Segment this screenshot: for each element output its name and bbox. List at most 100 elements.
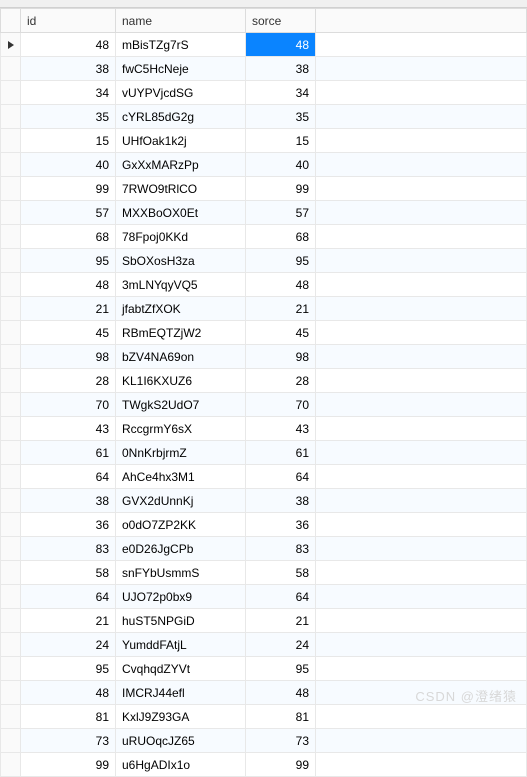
cell-name[interactable]: YumddFAtjL (116, 633, 246, 657)
cell-sorce[interactable]: 57 (246, 201, 316, 225)
row-indicator[interactable] (1, 657, 21, 681)
cell-sorce[interactable]: 83 (246, 537, 316, 561)
cell-name[interactable]: fwC5HcNeje (116, 57, 246, 81)
cell-id[interactable]: 98 (21, 345, 116, 369)
row-indicator[interactable] (1, 753, 21, 777)
row-indicator[interactable] (1, 513, 21, 537)
toolbar[interactable] (0, 0, 527, 8)
cell-name[interactable]: 3mLNYqyVQ5 (116, 273, 246, 297)
cell-id[interactable]: 61 (21, 441, 116, 465)
row-indicator[interactable] (1, 81, 21, 105)
cell-sorce[interactable]: 64 (246, 465, 316, 489)
cell-id[interactable]: 68 (21, 225, 116, 249)
row-indicator[interactable] (1, 345, 21, 369)
cell-sorce[interactable]: 48 (246, 681, 316, 705)
cell-name[interactable]: u6HgADIx1o (116, 753, 246, 777)
cell-sorce[interactable]: 43 (246, 417, 316, 441)
row-indicator[interactable] (1, 105, 21, 129)
cell-sorce[interactable]: 36 (246, 513, 316, 537)
cell-sorce[interactable]: 81 (246, 705, 316, 729)
table-row[interactable]: 28KL1I6KXUZ628 (1, 369, 527, 393)
cell-name[interactable]: 78Fpoj0KKd (116, 225, 246, 249)
row-indicator[interactable] (1, 153, 21, 177)
cell-sorce[interactable]: 99 (246, 177, 316, 201)
table-row[interactable]: 73uRUOqcJZ6573 (1, 729, 527, 753)
cell-sorce[interactable]: 21 (246, 609, 316, 633)
cell-name[interactable]: o0dO7ZP2KK (116, 513, 246, 537)
row-indicator[interactable] (1, 681, 21, 705)
cell-name[interactable]: SbOXosH3za (116, 249, 246, 273)
cell-name[interactable]: RccgrmY6sX (116, 417, 246, 441)
table-row[interactable]: 21huST5NPGiD21 (1, 609, 527, 633)
row-indicator-header[interactable] (1, 9, 21, 33)
cell-sorce[interactable]: 45 (246, 321, 316, 345)
table-row[interactable]: 483mLNYqyVQ548 (1, 273, 527, 297)
table-row[interactable]: 99u6HgADIx1o99 (1, 753, 527, 777)
table-row[interactable]: 6878Fpoj0KKd68 (1, 225, 527, 249)
row-indicator[interactable] (1, 393, 21, 417)
row-indicator[interactable] (1, 321, 21, 345)
row-indicator[interactable] (1, 177, 21, 201)
table-row[interactable]: 58snFYbUsmmS58 (1, 561, 527, 585)
table-row[interactable]: 21jfabtZfXOK21 (1, 297, 527, 321)
table-row[interactable]: 45RBmEQTZjW245 (1, 321, 527, 345)
cell-name[interactable]: IMCRJ44efl (116, 681, 246, 705)
cell-sorce[interactable]: 35 (246, 105, 316, 129)
row-indicator[interactable] (1, 441, 21, 465)
table-row[interactable]: 81KxlJ9Z93GA81 (1, 705, 527, 729)
cell-sorce[interactable]: 34 (246, 81, 316, 105)
cell-name[interactable]: 7RWO9tRlCO (116, 177, 246, 201)
row-indicator[interactable] (1, 273, 21, 297)
row-indicator[interactable] (1, 633, 21, 657)
row-indicator[interactable] (1, 369, 21, 393)
column-header-id[interactable]: id (21, 9, 116, 33)
cell-id[interactable]: 73 (21, 729, 116, 753)
cell-id[interactable]: 24 (21, 633, 116, 657)
table-row[interactable]: 83e0D26JgCPb83 (1, 537, 527, 561)
cell-name[interactable]: 0NnKrbjrmZ (116, 441, 246, 465)
cell-id[interactable]: 48 (21, 273, 116, 297)
cell-name[interactable]: mBisTZg7rS (116, 33, 246, 57)
row-indicator[interactable] (1, 33, 21, 57)
table-row[interactable]: 38GVX2dUnnKj38 (1, 489, 527, 513)
cell-name[interactable]: bZV4NA69on (116, 345, 246, 369)
table-row[interactable]: 48mBisTZg7rS48 (1, 33, 527, 57)
cell-id[interactable]: 70 (21, 393, 116, 417)
cell-sorce[interactable]: 99 (246, 753, 316, 777)
table-row[interactable]: 40GxXxMARzPp40 (1, 153, 527, 177)
row-indicator[interactable] (1, 489, 21, 513)
table-row[interactable]: 36o0dO7ZP2KK36 (1, 513, 527, 537)
cell-id[interactable]: 64 (21, 465, 116, 489)
table-row[interactable]: 38fwC5HcNeje38 (1, 57, 527, 81)
cell-sorce[interactable]: 95 (246, 657, 316, 681)
cell-sorce[interactable]: 95 (246, 249, 316, 273)
cell-name[interactable]: MXXBoOX0Et (116, 201, 246, 225)
table-row[interactable]: 610NnKrbjrmZ61 (1, 441, 527, 465)
cell-id[interactable]: 48 (21, 33, 116, 57)
row-indicator[interactable] (1, 201, 21, 225)
cell-name[interactable]: UHfOak1k2j (116, 129, 246, 153)
row-indicator[interactable] (1, 57, 21, 81)
cell-sorce[interactable]: 48 (246, 273, 316, 297)
cell-sorce[interactable]: 38 (246, 489, 316, 513)
cell-id[interactable]: 48 (21, 681, 116, 705)
cell-sorce[interactable]: 61 (246, 441, 316, 465)
cell-sorce[interactable]: 68 (246, 225, 316, 249)
cell-id[interactable]: 45 (21, 321, 116, 345)
table-row[interactable]: 43RccgrmY6sX43 (1, 417, 527, 441)
cell-sorce[interactable]: 28 (246, 369, 316, 393)
table-row[interactable]: 95SbOXosH3za95 (1, 249, 527, 273)
row-indicator[interactable] (1, 609, 21, 633)
row-indicator[interactable] (1, 561, 21, 585)
cell-name[interactable]: e0D26JgCPb (116, 537, 246, 561)
table-row[interactable]: 64AhCe4hx3M164 (1, 465, 527, 489)
cell-id[interactable]: 95 (21, 249, 116, 273)
cell-id[interactable]: 99 (21, 177, 116, 201)
cell-id[interactable]: 64 (21, 585, 116, 609)
table-row[interactable]: 24YumddFAtjL24 (1, 633, 527, 657)
cell-id[interactable]: 83 (21, 537, 116, 561)
cell-id[interactable]: 43 (21, 417, 116, 441)
column-header-sorce[interactable]: sorce (246, 9, 316, 33)
cell-name[interactable]: RBmEQTZjW2 (116, 321, 246, 345)
cell-name[interactable]: snFYbUsmmS (116, 561, 246, 585)
